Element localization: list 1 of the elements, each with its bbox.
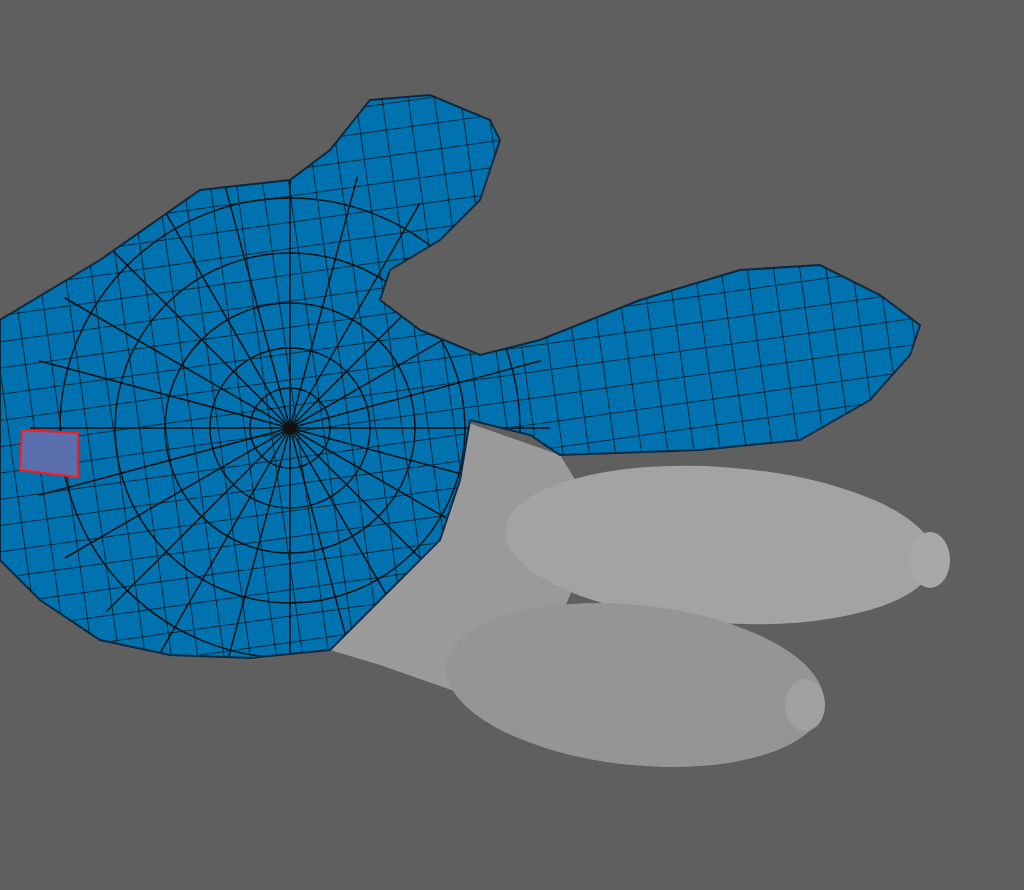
selected-face[interactable] [18,428,79,479]
